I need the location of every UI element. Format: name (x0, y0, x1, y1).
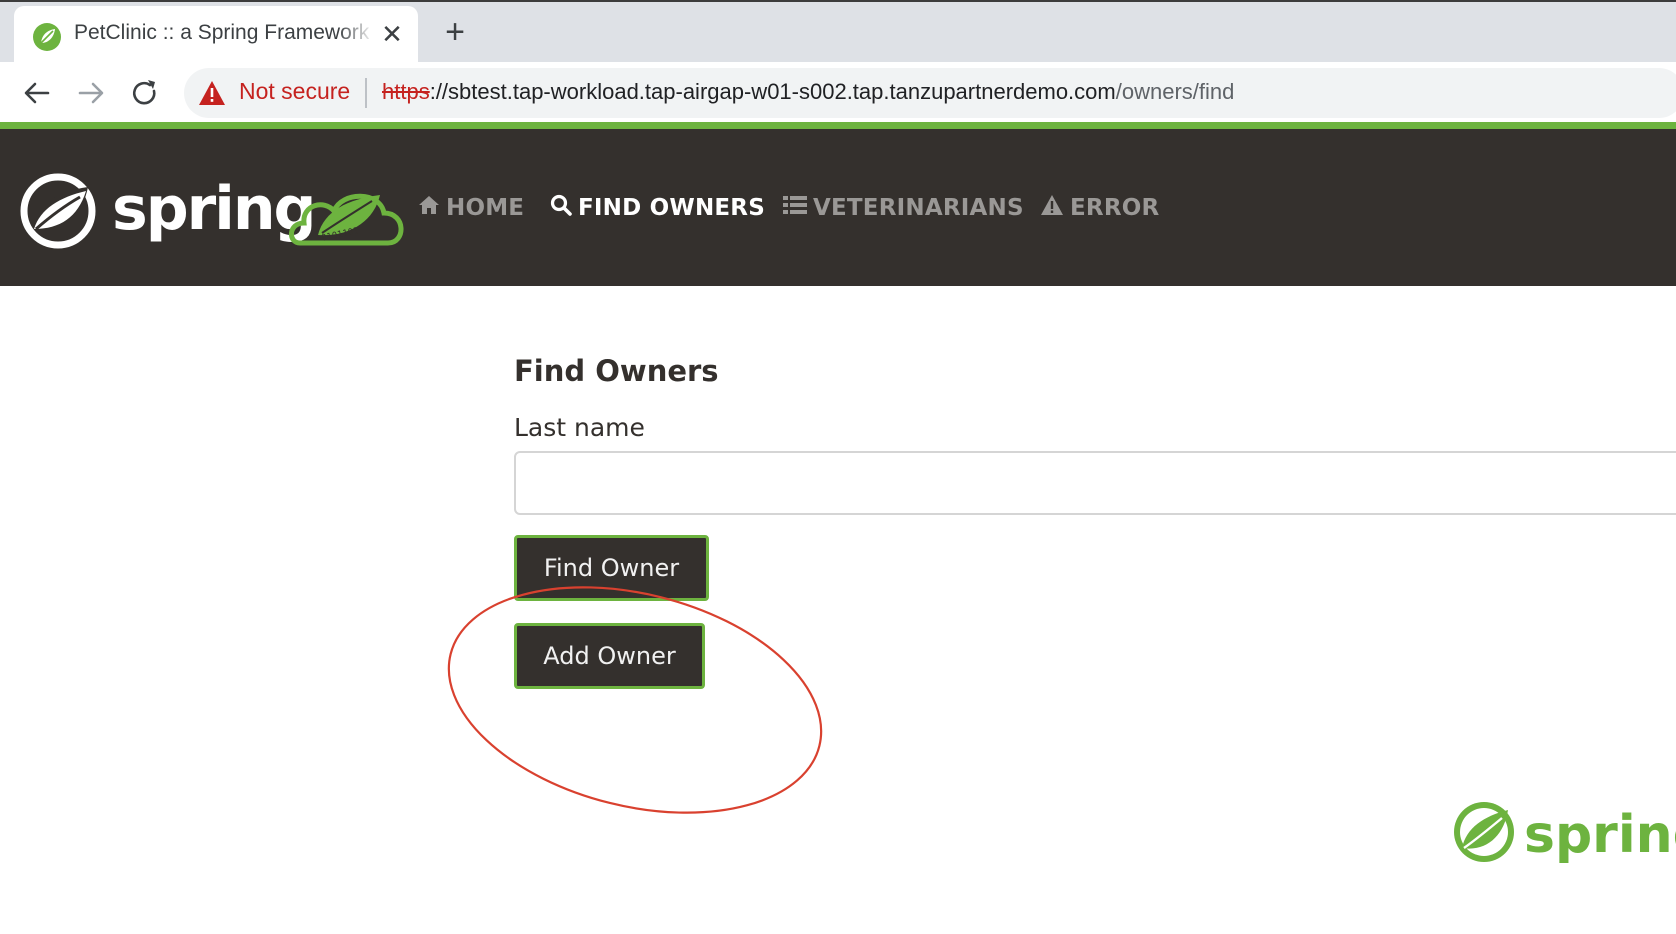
warning-icon (1040, 194, 1064, 222)
browser-tab-strip: PetClinic :: a Spring Framework demonstr… (0, 0, 1676, 64)
back-arrow-icon[interactable] (18, 74, 56, 112)
tab-close-icon[interactable]: ✕ (378, 20, 406, 48)
forward-arrow-icon[interactable] (72, 74, 110, 112)
nav-veterinarians[interactable]: VETERINARIANS (783, 193, 1024, 223)
brand-text: spring (112, 174, 314, 244)
url-path: /owners/find (1115, 79, 1235, 104)
nav-find-owners[interactable]: FIND OWNERS (550, 193, 765, 223)
list-icon (783, 195, 807, 221)
app-navbar: spring 0101101 HOME FIND OWNERS VETERINA… (0, 129, 1676, 286)
browser-tab[interactable]: PetClinic :: a Spring Framework demonstr… (14, 6, 418, 64)
nav-home[interactable]: HOME (418, 193, 524, 223)
nav-error[interactable]: ERROR (1040, 193, 1159, 223)
tab-title: PetClinic :: a Spring Framework demonstr… (74, 21, 374, 44)
nav-find-owners-label: FIND OWNERS (578, 195, 765, 221)
address-bar[interactable]: Not secure https://sbtest.tap-workload.t… (184, 68, 1676, 118)
page-title: Find Owners (514, 354, 719, 388)
url-text[interactable]: https://sbtest.tap-workload.tap-airgap-w… (382, 79, 1234, 105)
footer-logo-text: spring (1524, 805, 1676, 865)
url-scheme: https (382, 79, 430, 104)
last-name-input[interactable] (514, 451, 1676, 515)
warning-icon (199, 81, 225, 105)
footer-spring-logo: spring (1454, 802, 1676, 865)
spring-favicon-icon (33, 23, 61, 51)
reload-icon[interactable] (126, 74, 164, 112)
search-icon (550, 194, 572, 222)
new-tab-icon[interactable]: + (438, 15, 472, 50)
spring-logo[interactable]: spring 0101101 (18, 171, 408, 251)
url-host: ://sbtest.tap-workload.tap-airgap-w01-s0… (429, 79, 1116, 104)
find-owner-button[interactable]: Find Owner (514, 535, 709, 601)
nav-veterinarians-label: VETERINARIANS (813, 195, 1024, 221)
nav-home-label: HOME (446, 195, 525, 221)
home-icon (418, 195, 440, 221)
not-secure-label[interactable]: Not secure (239, 78, 350, 105)
browser-toolbar: Not secure https://sbtest.tap-workload.t… (0, 62, 1676, 124)
nav-error-label: ERROR (1070, 195, 1160, 221)
green-divider (0, 122, 1676, 129)
last-name-label: Last name (514, 413, 645, 442)
add-owner-button[interactable]: Add Owner (514, 623, 705, 689)
url-separator (365, 78, 367, 108)
